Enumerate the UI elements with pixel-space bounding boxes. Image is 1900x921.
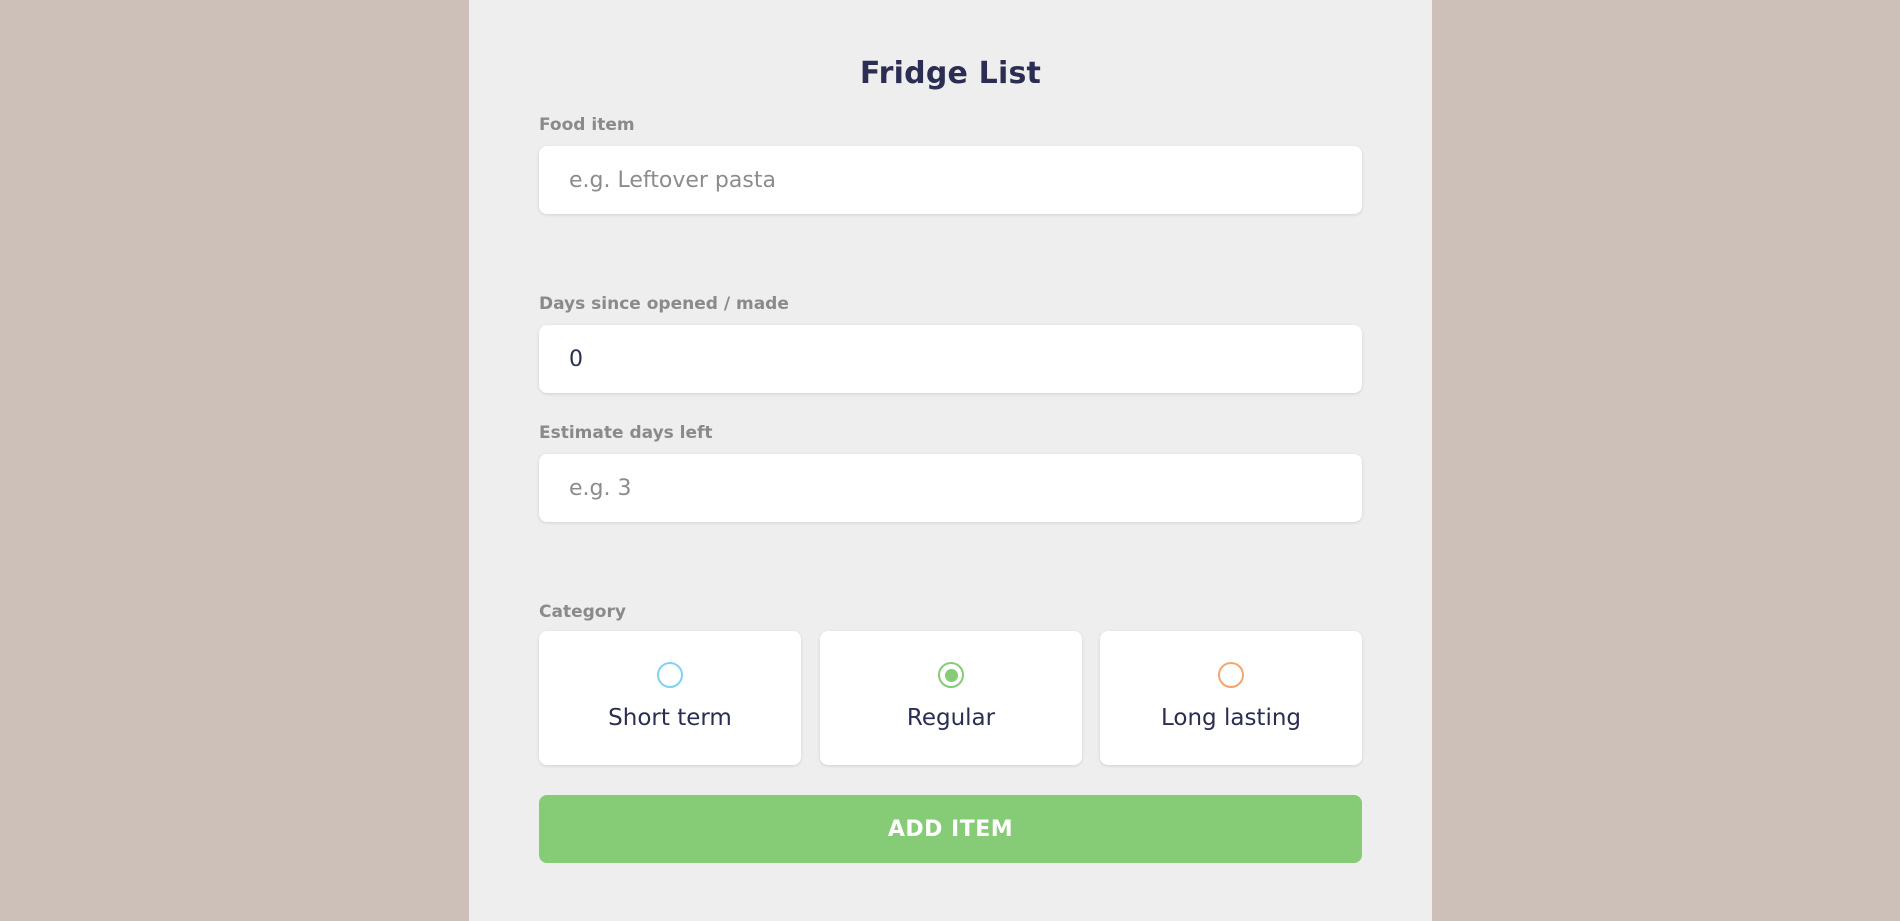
page-title: Fridge List: [859, 56, 1042, 91]
days-since-opened-label: Days since opened / made: [539, 294, 789, 314]
radio-short-term-icon[interactable]: [657, 662, 683, 688]
food-item-input[interactable]: [539, 146, 1362, 214]
category-option-short-term[interactable]: Short term: [539, 631, 801, 765]
radio-long-lasting-icon[interactable]: [1218, 662, 1244, 688]
days-since-opened-input[interactable]: [539, 325, 1362, 393]
category-option-label: Regular: [906, 705, 996, 731]
food-item-label: Food item: [539, 115, 635, 135]
estimate-days-left-label: Estimate days left: [539, 423, 713, 443]
estimate-days-left-input[interactable]: [539, 454, 1362, 522]
category-label: Category: [539, 602, 626, 622]
radio-regular-icon[interactable]: [938, 662, 964, 688]
app-panel: Fridge List Food item Days since opened …: [469, 0, 1432, 921]
category-option-regular[interactable]: Regular: [820, 631, 1082, 765]
category-option-long-lasting[interactable]: Long lasting: [1100, 631, 1362, 765]
category-option-label: Short term: [608, 705, 732, 731]
add-item-button[interactable]: ADD ITEM: [539, 795, 1362, 863]
category-option-label: Long lasting: [1160, 705, 1302, 731]
